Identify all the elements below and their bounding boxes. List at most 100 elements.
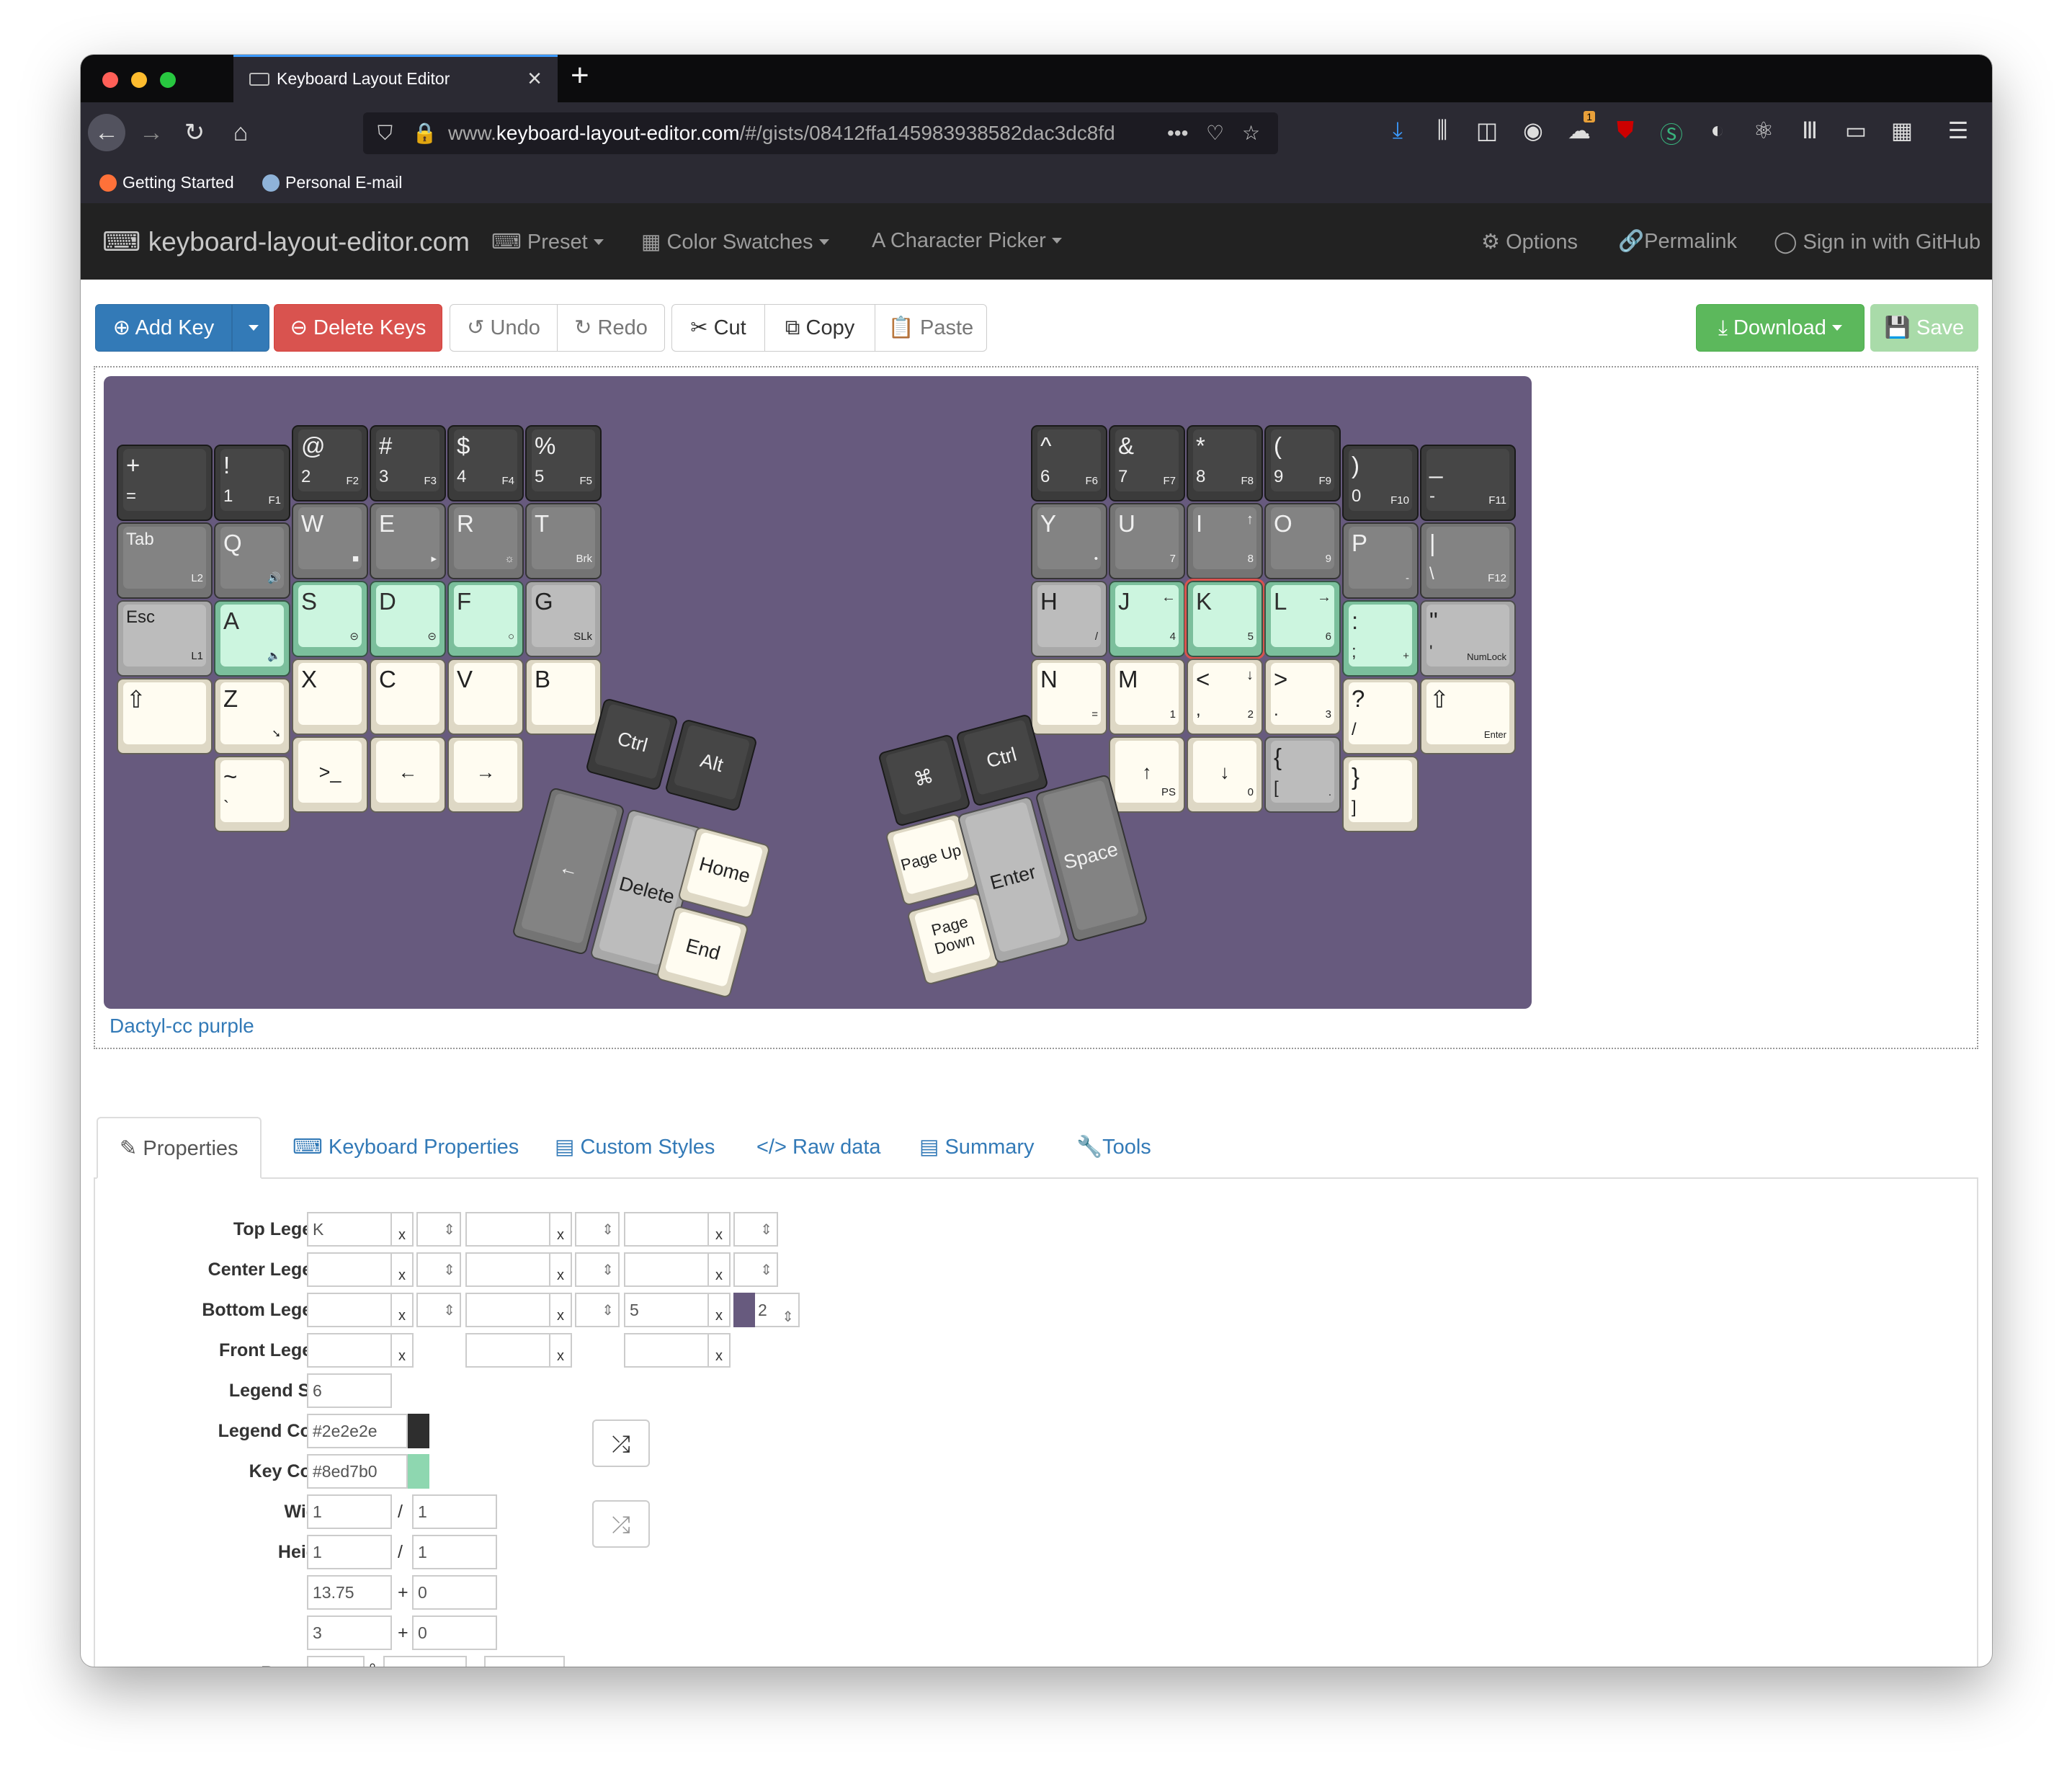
clear-legend-button[interactable]: x <box>550 1212 572 1247</box>
character-picker-menu[interactable]: A Character Picker <box>872 229 1062 253</box>
insecure-lock-icon[interactable]: 🔒 <box>412 112 437 154</box>
key-minus[interactable]: _ - F11 <box>1420 445 1516 521</box>
close-window-button[interactable] <box>102 72 118 88</box>
shuffle-icon[interactable]: ⤮ <box>592 1500 650 1548</box>
key-n4[interactable]: $4 F4 <box>447 425 524 502</box>
key-a[interactable]: A 🔈 <box>214 600 290 677</box>
paste-button[interactable]: 📋 Paste <box>875 304 987 352</box>
undo-button[interactable]: ↺ Undo <box>450 304 558 352</box>
hamburger-menu-icon[interactable]: ☰ <box>1942 117 1974 144</box>
forward-icon[interactable]: → <box>133 114 170 151</box>
key-lbrace[interactable]: {[. <box>1264 736 1341 813</box>
key-eq[interactable]: + = <box>117 445 213 521</box>
options-link[interactable]: ⚙ Options <box>1481 229 1578 254</box>
number-input-width[interactable]: 1 <box>307 1494 392 1529</box>
key-n1[interactable]: ! 1 F1 <box>214 445 290 521</box>
bookmark-personal-email[interactable]: Personal E-mail <box>262 163 402 202</box>
key-e[interactable]: E ▸ <box>370 503 446 579</box>
key-n[interactable]: N = <box>1031 659 1107 735</box>
legend-color-swatch[interactable] <box>408 1414 429 1448</box>
rotation-y-input[interactable]: 0 <box>484 1656 565 1667</box>
key-n0[interactable]: ) 0 F10 <box>1342 445 1419 521</box>
key-o[interactable]: O9 <box>1264 503 1341 579</box>
extension-badge-icon[interactable]: ☁ 1 <box>1563 111 1595 144</box>
redo-button[interactable]: ↻ Redo <box>557 304 665 352</box>
key-n9[interactable]: (9 F9 <box>1264 425 1341 502</box>
legend-size-input[interactable]: 6 <box>307 1373 392 1408</box>
legend-input[interactable] <box>307 1333 392 1368</box>
brand-link[interactable]: ⌨ keyboard-layout-editor.com <box>102 226 470 257</box>
key-i[interactable]: I ↑ 8 <box>1187 503 1263 579</box>
key-down[interactable]: 0 ↓ <box>1187 736 1263 813</box>
close-tab-icon[interactable]: × <box>527 57 542 100</box>
key-h[interactable]: H / <box>1031 581 1107 657</box>
key-b[interactable]: B <box>525 659 602 735</box>
legend-input[interactable] <box>624 1252 709 1287</box>
bookmark-getting-started[interactable]: Getting Started <box>99 163 234 202</box>
key-term[interactable]: >_ <box>292 736 368 813</box>
back-icon[interactable]: ← <box>88 114 125 151</box>
download-icon[interactable]: ⤓ <box>1382 117 1414 144</box>
key-q[interactable]: Q 🔊 <box>214 522 290 599</box>
legend-size-spinner[interactable] <box>575 1212 620 1247</box>
key-j[interactable]: J ← 4 <box>1109 581 1185 657</box>
clear-legend-button[interactable]: x <box>550 1252 572 1287</box>
minimize-window-button[interactable] <box>131 72 147 88</box>
number-input-width2[interactable]: 1 <box>412 1494 497 1529</box>
legend-input[interactable]: K <box>307 1212 392 1247</box>
shuffle-icon[interactable]: ⤮ <box>592 1419 650 1467</box>
key-c[interactable]: C <box>370 659 446 735</box>
key-n7[interactable]: & 7 F7 <box>1109 425 1185 502</box>
legend-size-spinner[interactable] <box>733 1252 778 1287</box>
key-up[interactable]: PS ↑ <box>1109 736 1185 813</box>
key-f[interactable]: F ○ <box>447 581 524 657</box>
key-n3[interactable]: #3 F3 <box>370 425 446 502</box>
grid-extension-icon[interactable]: ▦ <box>1886 117 1918 144</box>
clear-legend-button[interactable]: x <box>392 1333 414 1368</box>
react-icon[interactable]: ⚛ <box>1748 117 1779 144</box>
ublock-icon[interactable]: ⛊ <box>1609 117 1641 144</box>
legend-input[interactable] <box>624 1333 709 1368</box>
cut-button[interactable]: ✂ Cut <box>671 304 765 352</box>
tab-properties[interactable]: ✎ Properties <box>97 1117 262 1179</box>
color-swatches-menu[interactable]: ▦ Color Swatches <box>641 229 829 254</box>
legend-size-spinner[interactable] <box>416 1293 461 1327</box>
legend-input[interactable] <box>307 1293 392 1327</box>
key-rbrace[interactable]: }] <box>1342 756 1419 832</box>
number-input-height[interactable]: 1 <box>307 1535 392 1569</box>
key-quote[interactable]: " ' NumLock <box>1420 600 1516 677</box>
key-r[interactable]: R ☼ <box>447 503 524 579</box>
clear-legend-button[interactable]: x <box>709 1333 731 1368</box>
legend-color-input[interactable]: #2e2e2e <box>307 1414 408 1448</box>
key-t[interactable]: T Brk <box>525 503 602 579</box>
key-rarrow[interactable]: → <box>447 736 524 813</box>
s-extension-icon[interactable]: Ⓢ <box>1656 117 1687 150</box>
key-n2[interactable]: @2 F2 <box>292 425 368 502</box>
number-input-x2[interactable]: 0 <box>412 1575 497 1610</box>
key-w[interactable]: W ■ <box>292 503 368 579</box>
key-bslash[interactable]: | \ F12 <box>1420 522 1516 599</box>
preset-menu[interactable]: ⌨ Preset <box>491 229 604 254</box>
key-d[interactable]: D ⊝ <box>370 581 446 657</box>
key-z[interactable]: Z ➘ <box>214 678 290 754</box>
clear-legend-button[interactable]: x <box>709 1293 731 1327</box>
shield-icon[interactable]: ⛉ <box>378 112 393 154</box>
new-tab-icon[interactable]: + <box>571 58 589 94</box>
key-rshift[interactable]: ⇧ Enter <box>1420 678 1516 754</box>
clear-legend-button[interactable]: x <box>709 1212 731 1247</box>
download-button[interactable]: ⤓ Download <box>1696 304 1865 352</box>
key-n8[interactable]: * 8 F8 <box>1187 425 1263 502</box>
home-icon[interactable]: ⌂ <box>222 114 259 151</box>
permalink-link[interactable]: 🔗Permalink <box>1618 229 1737 254</box>
clear-legend-button[interactable]: x <box>709 1252 731 1287</box>
key-g[interactable]: G SLk <box>525 581 602 657</box>
account-icon[interactable]: ◉ <box>1517 117 1549 144</box>
number-input-y[interactable]: 3 <box>307 1615 392 1650</box>
add-key-button[interactable]: ⊕ Add Key <box>95 304 232 352</box>
bars-icon[interactable]: Ⅲ <box>1794 117 1826 144</box>
legend-input[interactable] <box>465 1212 550 1247</box>
key-color-input[interactable]: #8ed7b0 <box>307 1454 408 1489</box>
legend-input[interactable] <box>465 1252 550 1287</box>
ghostery-icon[interactable]: ◐ <box>1702 117 1733 143</box>
key-tilde[interactable]: ~ ` <box>214 756 290 832</box>
